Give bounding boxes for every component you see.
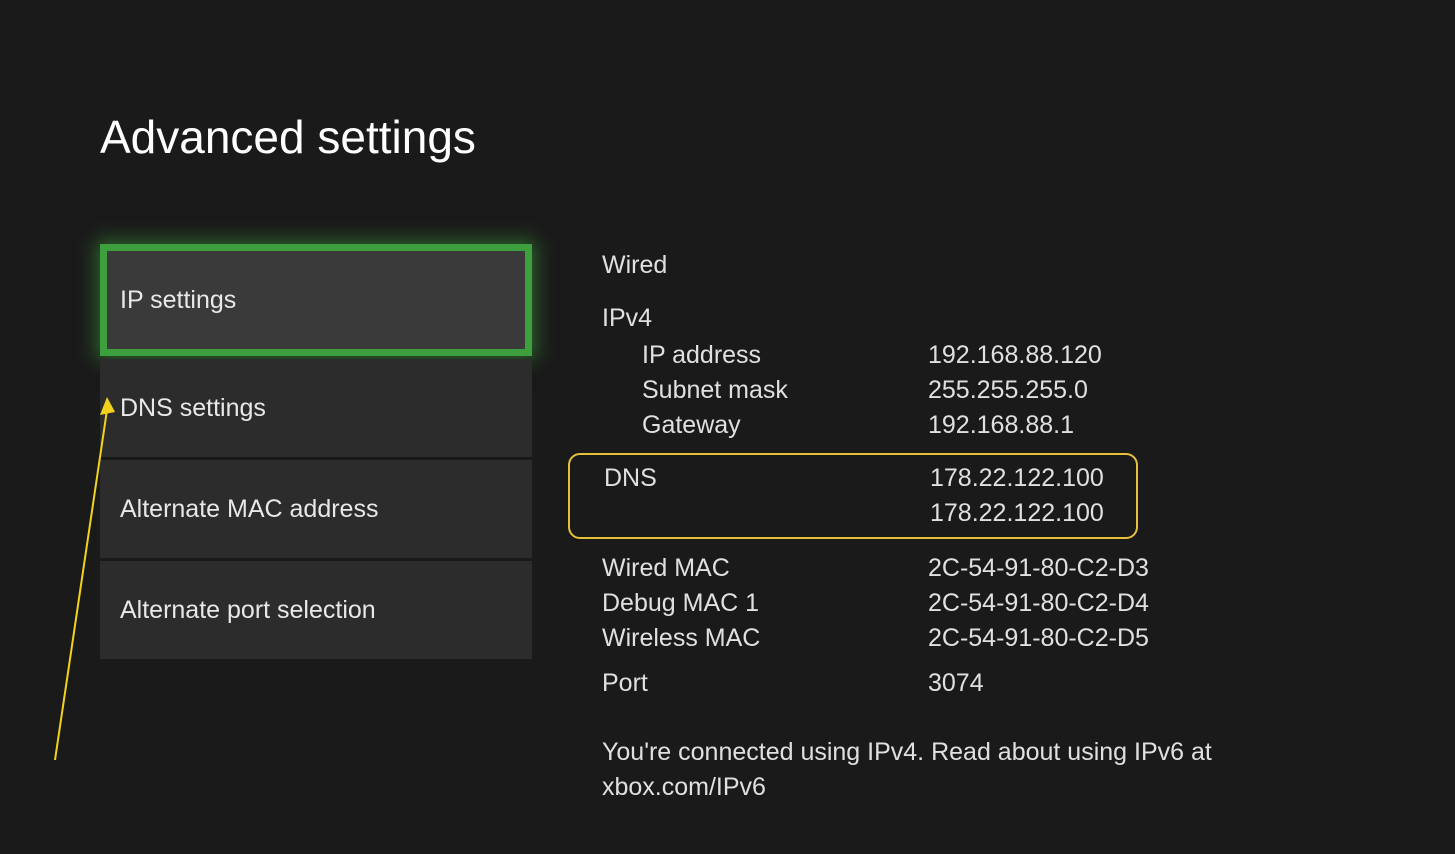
ip-address-label: IP address	[602, 338, 928, 373]
wired-mac-label: Wired MAC	[602, 551, 928, 586]
menu-dns-settings[interactable]: DNS settings	[100, 359, 532, 457]
menu-alternate-port[interactable]: Alternate port selection	[100, 561, 532, 659]
row-wireless-mac: Wireless MAC 2C-54-91-80-C2-D5	[602, 621, 1355, 656]
connection-type: Wired	[602, 248, 1355, 283]
footer-message: You're connected using IPv4. Read about …	[602, 735, 1355, 805]
menu-ip-settings[interactable]: IP settings	[100, 244, 532, 356]
row-ip-address: IP address 192.168.88.120	[602, 338, 1355, 373]
row-wired-mac: Wired MAC 2C-54-91-80-C2-D3	[602, 551, 1355, 586]
network-details: Wired IPv4 IP address 192.168.88.120 Sub…	[602, 244, 1355, 805]
gateway-label: Gateway	[602, 408, 928, 443]
menu-item-label: IP settings	[120, 286, 236, 315]
port-label: Port	[602, 666, 928, 701]
port-value: 3074	[928, 666, 1355, 701]
wired-mac-value: 2C-54-91-80-C2-D3	[928, 551, 1355, 586]
row-dns-primary: DNS 178.22.122.100	[570, 461, 1136, 496]
dns-label: DNS	[604, 461, 930, 496]
debug-mac-label: Debug MAC 1	[602, 586, 928, 621]
ipv4-label: IPv4	[602, 301, 1355, 336]
row-dns-secondary: 178.22.122.100	[570, 496, 1136, 531]
wireless-mac-value: 2C-54-91-80-C2-D5	[928, 621, 1355, 656]
row-subnet-mask: Subnet mask 255.255.255.0	[602, 373, 1355, 408]
menu-alternate-mac[interactable]: Alternate MAC address	[100, 460, 532, 558]
row-debug-mac: Debug MAC 1 2C-54-91-80-C2-D4	[602, 586, 1355, 621]
settings-sidebar: IP settings DNS settings Alternate MAC a…	[100, 244, 532, 805]
dns-secondary-value: 178.22.122.100	[930, 496, 1136, 531]
debug-mac-value: 2C-54-91-80-C2-D4	[928, 586, 1355, 621]
row-port: Port 3074	[602, 666, 1355, 701]
wireless-mac-label: Wireless MAC	[602, 621, 928, 656]
ip-address-value: 192.168.88.120	[928, 338, 1355, 373]
menu-item-label: DNS settings	[120, 394, 266, 423]
dns-primary-value: 178.22.122.100	[930, 461, 1136, 496]
menu-item-label: Alternate MAC address	[120, 495, 378, 524]
gateway-value: 192.168.88.1	[928, 408, 1355, 443]
dns-blank-label	[604, 496, 930, 531]
dns-highlight-box: DNS 178.22.122.100 178.22.122.100	[568, 453, 1138, 539]
page-title: Advanced settings	[100, 110, 1355, 164]
row-gateway: Gateway 192.168.88.1	[602, 408, 1355, 443]
subnet-mask-value: 255.255.255.0	[928, 373, 1355, 408]
menu-item-label: Alternate port selection	[120, 596, 376, 625]
subnet-mask-label: Subnet mask	[602, 373, 928, 408]
